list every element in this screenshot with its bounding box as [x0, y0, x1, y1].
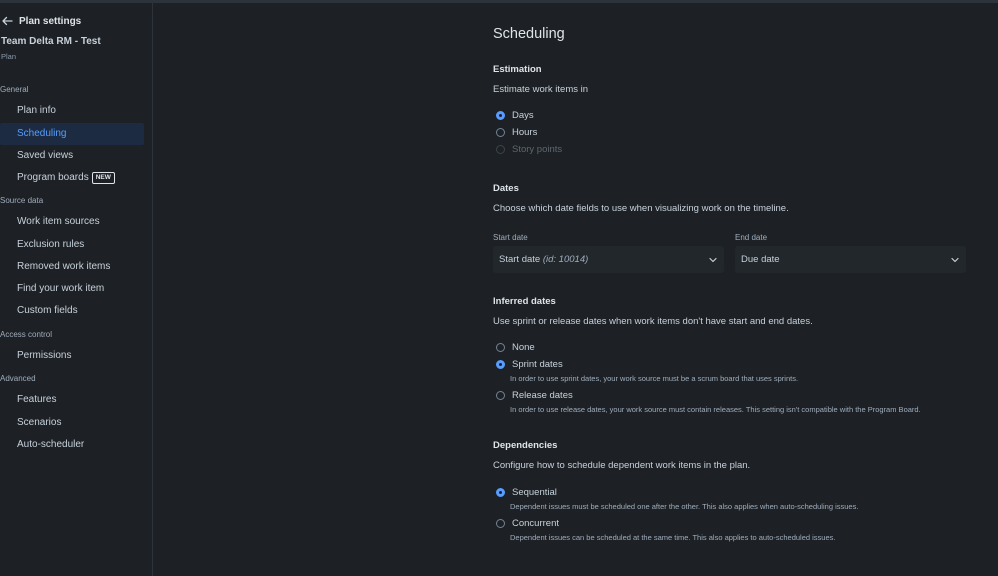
end-date-select[interactable]: Due date — [735, 246, 966, 273]
radio-dot — [496, 488, 505, 497]
end-date-value: Due date — [741, 254, 780, 265]
radio-dot — [496, 145, 505, 154]
page-title: Scheduling — [493, 26, 565, 42]
plan-type: Plan — [1, 52, 17, 61]
inferred-dates-description: Use sprint or release dates when work it… — [493, 316, 813, 327]
radio-concurrent[interactable]: Concurrent — [496, 518, 559, 529]
sidebar-item-removed-work-items[interactable]: Removed work items — [0, 256, 144, 278]
sidebar-item-find-your-work-item[interactable]: Find your work item — [0, 278, 144, 300]
sidebar-item-features[interactable]: Features — [0, 389, 144, 411]
sequential-helper: Dependent issues must be scheduled one a… — [510, 502, 859, 511]
concurrent-helper: Dependent issues can be scheduled at the… — [510, 533, 836, 542]
radio-label: Story points — [512, 144, 563, 155]
dates-heading: Dates — [493, 183, 519, 194]
sprint-dates-helper: In order to use sprint dates, your work … — [510, 374, 799, 383]
back-button[interactable]: Plan settings — [1, 15, 81, 27]
radio-none[interactable]: None — [496, 342, 535, 353]
radio-dot — [496, 360, 505, 369]
sidebar-item-label: Work item sources — [17, 216, 100, 227]
radio-label: Hours — [512, 127, 538, 138]
section-access-control: Access control — [0, 330, 53, 339]
sidebar-item-work-item-sources[interactable]: Work item sources — [0, 211, 144, 233]
sidebar-item-label: Auto-scheduler — [17, 439, 85, 450]
sidebar-item-saved-views[interactable]: Saved views — [0, 145, 144, 167]
sidebar-item-label: Removed work items — [17, 261, 111, 272]
estimation-description: Estimate work items in — [493, 84, 589, 95]
sidebar-item-scheduling[interactable]: Scheduling — [0, 123, 144, 145]
sidebar-item-custom-fields[interactable]: Custom fields — [0, 300, 144, 322]
radio-dot — [496, 343, 505, 352]
sidebar-item-label: Exclusion rules — [17, 239, 85, 250]
start-date-id: (id: 10014) — [542, 254, 589, 265]
radio-release-dates[interactable]: Release dates — [496, 390, 573, 401]
inferred-dates-heading: Inferred dates — [493, 296, 556, 307]
sidebar-item-program-boards[interactable]: Program boards NEW — [0, 167, 144, 189]
radio-dot — [496, 128, 505, 137]
sidebar: Plan settings Team Delta RM - Test Plan … — [0, 3, 153, 576]
sidebar-item-plan-info[interactable]: Plan info — [0, 100, 144, 122]
sidebar-item-label: Custom fields — [17, 305, 78, 316]
sidebar-item-label: Scenarios — [17, 417, 62, 428]
radio-label: None — [512, 342, 535, 353]
sidebar-item-label: Plan info — [17, 105, 56, 116]
radio-hours[interactable]: Hours — [496, 127, 537, 138]
dependencies-heading: Dependencies — [493, 440, 558, 451]
radio-story-points: Story points — [496, 144, 562, 155]
dependencies-description: Configure how to schedule dependent work… — [493, 460, 751, 471]
chevron-down-icon — [951, 257, 959, 262]
sidebar-item-label: Saved views — [17, 150, 74, 161]
sidebar-item-permissions[interactable]: Permissions — [0, 345, 144, 367]
sidebar-item-label: Features — [17, 394, 57, 405]
arrow-left-icon — [2, 16, 13, 26]
start-date-value: Start date — [499, 254, 541, 265]
radio-dot — [496, 111, 505, 120]
radio-days[interactable]: Days — [496, 110, 534, 121]
sidebar-item-label: Scheduling — [17, 128, 67, 139]
radio-dot — [496, 391, 505, 400]
start-date-select[interactable]: Start date (id: 10014) — [493, 246, 724, 273]
sidebar-item-exclusion-rules[interactable]: Exclusion rules — [0, 234, 144, 256]
radio-dot — [496, 519, 505, 528]
sidebar-item-label: Find your work item — [17, 283, 105, 294]
back-label: Plan settings — [19, 15, 82, 27]
radio-label: Sprint dates — [512, 359, 563, 370]
sidebar-item-label: Permissions — [17, 350, 72, 361]
sidebar-item-scenarios[interactable]: Scenarios — [0, 412, 144, 434]
sidebar-item-auto-scheduler[interactable]: Auto-scheduler — [0, 434, 144, 456]
start-date-label: Start date — [493, 233, 528, 242]
end-date-label: End date — [735, 233, 768, 242]
release-dates-helper: In order to use release dates, your work… — [510, 405, 921, 414]
new-badge: NEW — [91, 172, 115, 184]
sidebar-item-label: Program boards — [17, 172, 89, 183]
section-general: General — [0, 85, 29, 94]
estimation-heading: Estimation — [493, 64, 542, 75]
radio-label: Days — [512, 110, 534, 121]
section-source-data: Source data — [0, 196, 44, 205]
radio-label: Release dates — [512, 390, 573, 401]
chevron-down-icon — [709, 257, 717, 262]
radio-sequential[interactable]: Sequential — [496, 487, 557, 498]
radio-label: Concurrent — [512, 518, 559, 529]
section-advanced: Advanced — [0, 374, 36, 383]
dates-description: Choose which date fields to use when vis… — [493, 203, 789, 214]
radio-sprint-dates[interactable]: Sprint dates — [496, 359, 563, 370]
plan-name: Team Delta RM - Test — [1, 36, 101, 47]
radio-label: Sequential — [512, 487, 557, 498]
